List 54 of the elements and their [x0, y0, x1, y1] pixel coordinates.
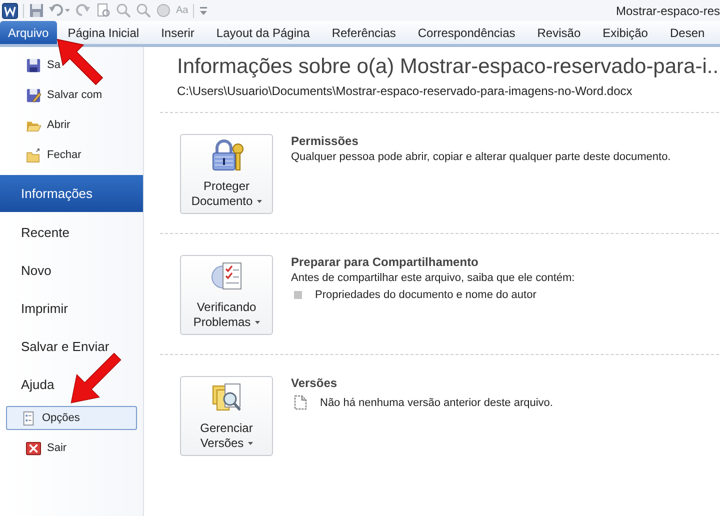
ribbon-tab[interactable]: Desen: [658, 21, 706, 44]
section-text: Qualquer pessoa pode abrir, copiar e alterar qualquer parte deste documento.: [291, 151, 671, 163]
menu-item[interactable]: Salvar com: [5, 80, 138, 110]
undo-icon[interactable]: [49, 3, 71, 18]
floppy-pencil-icon: [26, 88, 41, 102]
caret-icon: [254, 321, 260, 324]
folder-icon: [26, 148, 41, 162]
print-preview-icon[interactable]: [96, 3, 111, 18]
section-heading: Preparar para Compartilhamento: [291, 255, 480, 269]
dropdown-button[interactable]: Gerenciar Versões: [180, 376, 273, 456]
document-list-icon: [21, 410, 36, 426]
redo-icon[interactable]: [76, 3, 91, 18]
menu-tab[interactable]: Salvar e Enviar: [0, 327, 110, 365]
bullet-text: Propriedades do documento e nome do autor: [315, 289, 536, 301]
document-icon: [294, 395, 307, 410]
ribbon-tab[interactable]: Layout da Página: [205, 21, 321, 44]
zoom-icon[interactable]: [136, 3, 151, 18]
window-title: Mostrar-espaco-res: [616, 4, 720, 18]
ribbon-tab[interactable]: Revisão: [526, 21, 592, 44]
caret-icon: [248, 442, 253, 446]
section-heading: Versões: [291, 376, 338, 390]
save-icon[interactable]: [29, 3, 44, 18]
ribbon-tab[interactable]: Correspondências: [406, 21, 526, 44]
file-path: C:\Users\Usuario\Documents\Mostrar-espaco-reservado-para-imagens-no-Word.docx: [177, 84, 634, 98]
menu-item[interactable]: Opções: [6, 406, 137, 430]
customize-dropdown-icon[interactable]: [199, 6, 208, 16]
close-icon: [26, 440, 41, 456]
annotation-arrow: [70, 352, 122, 404]
ribbon-tab[interactable]: Página Inicial: [56, 21, 150, 44]
word-logo-icon[interactable]: [2, 2, 18, 18]
bullet-text: Não há nenhuma versão anterior deste arquivo.: [320, 396, 553, 408]
menu-tab[interactable]: Novo: [0, 251, 52, 289]
menu-tab[interactable]: Imprimir: [0, 289, 68, 327]
ribbon-tab[interactable]: Referências: [320, 21, 407, 44]
caret-icon: [256, 200, 262, 204]
circle-icon[interactable]: [156, 3, 171, 18]
ribbon-tab[interactable]: Arquivo: [0, 21, 57, 44]
menu-tab[interactable]: Recente: [0, 213, 70, 251]
menu-item[interactable]: Sair: [5, 433, 138, 463]
ribbon-tab[interactable]: Exibição: [592, 21, 659, 44]
menu-tab[interactable]: Informações: [0, 175, 143, 212]
dropdown-button[interactable]: Verificando Problemas: [180, 255, 273, 335]
page-title: Informações sobre o(a) Mostrar-espaco-reservado-para-i...: [177, 55, 720, 79]
section-text: Antes de compartilhar este arquivo, saiba que ele contém:: [291, 272, 575, 284]
menu-item[interactable]: Abrir: [5, 110, 138, 140]
dropdown-button[interactable]: Proteger Documento: [180, 134, 273, 214]
ribbon-tab[interactable]: Inserir: [150, 21, 206, 44]
zoom-icon[interactable]: [116, 3, 131, 18]
bullet-icon: [294, 291, 302, 299]
menu-item[interactable]: Fechar: [5, 140, 138, 170]
menu-item[interactable]: Sa: [5, 50, 138, 80]
menu-tab[interactable]: Ajuda: [0, 365, 54, 403]
section-heading: Permissões: [291, 134, 360, 148]
lock-key-icon: [210, 139, 244, 173]
